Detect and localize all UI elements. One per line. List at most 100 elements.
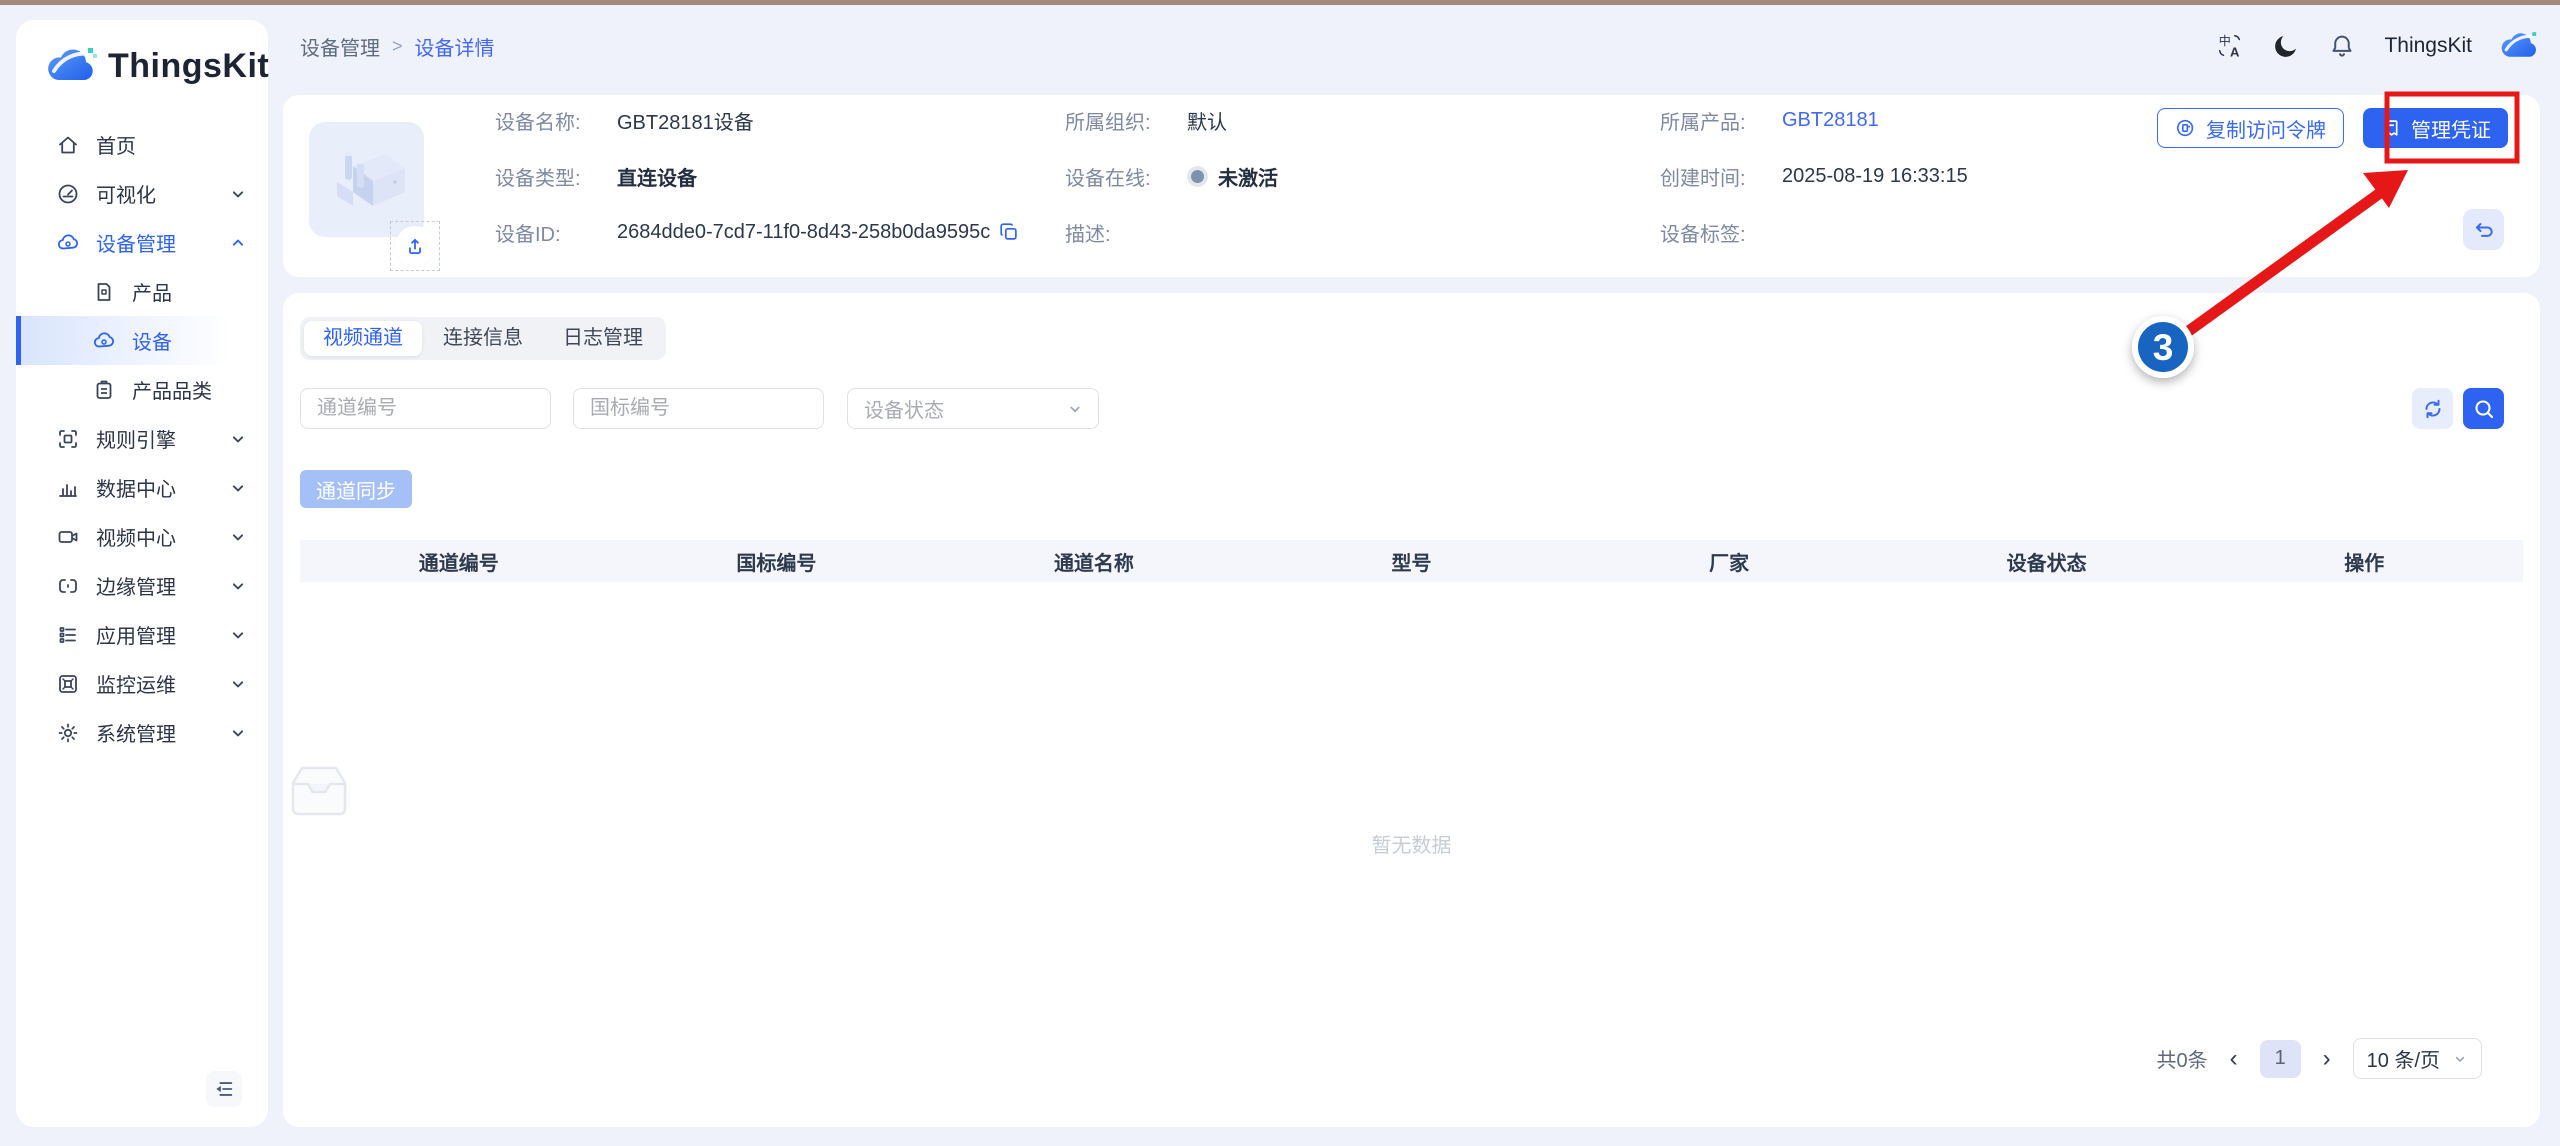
pagination: 共0条 ‹ 1 › 10 条/页	[2157, 1038, 2482, 1079]
empty-inbox-icon	[283, 761, 2540, 819]
sidebar-item-system-management[interactable]: 系统管理	[16, 708, 268, 757]
channel-no-input[interactable]	[300, 388, 551, 429]
tab-bar: 视频通道 连接信息 日志管理	[300, 317, 666, 360]
device-3d-illustration	[323, 140, 411, 220]
app-manage-icon	[56, 623, 80, 647]
column-header-channel-name[interactable]: 通道名称	[935, 547, 1253, 576]
table-header-row: 通道编号 国标编号 通道名称 型号 厂家 设备状态 操作	[300, 540, 2523, 582]
copy-device-id-icon[interactable]	[998, 221, 1020, 243]
empty-state-text: 暂无数据	[283, 829, 2540, 858]
avatar-cloud[interactable]	[2500, 26, 2540, 66]
column-header-actions[interactable]: 操作	[2205, 547, 2523, 576]
credentials-icon	[2380, 117, 2402, 139]
filter-row: 设备状态	[300, 388, 2504, 429]
sidebar-item-video-center[interactable]: 视频中心	[16, 512, 268, 561]
search-button[interactable]	[2463, 388, 2504, 429]
username[interactable]: ThingsKit	[2384, 34, 2472, 58]
column-header-device-status[interactable]: 设备状态	[1888, 547, 2206, 576]
breadcrumb-device-detail: 设备详情	[415, 32, 495, 61]
device-detail-panel: 视频通道 连接信息 日志管理 设备状态 通道同步 通道编号 国标编号 通道名称 …	[283, 293, 2540, 1127]
sidebar-nav: 首页 可视化 设备管理 产品 设备 产品品类	[16, 120, 268, 757]
sidebar-item-rule-engine[interactable]: 规则引擎	[16, 414, 268, 463]
dashboard-icon	[56, 182, 80, 206]
notifications-bell-icon[interactable]	[2328, 32, 2356, 60]
window-top-strip	[0, 0, 2560, 5]
column-header-model[interactable]: 型号	[1253, 547, 1571, 576]
system-settings-icon	[56, 721, 80, 745]
undo-icon	[2472, 218, 2496, 242]
chevron-down-icon	[228, 625, 248, 645]
product-link[interactable]: GBT28181	[1782, 109, 1879, 132]
pagination-total: 共0条	[2157, 1044, 2208, 1073]
sidebar-item-visualization[interactable]: 可视化	[16, 169, 268, 218]
device-cloud-icon	[92, 329, 116, 353]
chevron-down-icon	[228, 478, 248, 498]
sidebar-item-monitor-ops[interactable]: 监控运维	[16, 659, 268, 708]
channel-sync-button[interactable]: 通道同步	[300, 470, 412, 508]
device-image	[309, 122, 424, 237]
pagination-prev-button[interactable]: ‹	[2228, 1047, 2240, 1071]
topbar-actions: 中 A ThingsKit	[2216, 26, 2540, 66]
chevron-down-icon	[1066, 400, 1084, 418]
home-icon	[56, 133, 80, 157]
logo-cloud-icon	[46, 44, 98, 88]
page-size-select[interactable]: 10 条/页	[2353, 1038, 2482, 1079]
device-info-column-3: 所属产品: GBT28181 创建时间: 2025-08-19 16:33:15…	[1660, 108, 1968, 276]
column-header-manufacturer[interactable]: 厂家	[1570, 547, 1888, 576]
rule-engine-icon	[56, 427, 80, 451]
product-row: 所属产品: GBT28181	[1660, 108, 1968, 132]
device-tag-row: 设备标签:	[1660, 220, 1968, 244]
tab-video-channel[interactable]: 视频通道	[304, 321, 422, 356]
chevron-down-icon	[228, 429, 248, 449]
sidebar-collapse-button[interactable]	[206, 1071, 242, 1107]
chevron-down-icon	[228, 674, 248, 694]
pagination-next-button[interactable]: ›	[2321, 1047, 2333, 1071]
sidebar-item-app-management[interactable]: 应用管理	[16, 610, 268, 659]
manage-credentials-button[interactable]: 管理凭证	[2363, 108, 2508, 148]
device-info-column-1: 设备名称: GBT28181设备 设备类型: 直连设备 设备ID: 2684dd…	[495, 108, 1020, 276]
chevron-up-icon	[228, 233, 248, 253]
chevron-down-icon	[2452, 1051, 2468, 1067]
product-file-icon	[92, 280, 116, 304]
device-id-value: 2684dde0-7cd7-11f0-8d43-258b0da9595c	[617, 221, 990, 244]
dark-mode-moon-icon[interactable]	[2272, 32, 2300, 60]
monitor-ops-icon	[56, 672, 80, 696]
breadcrumb: 设备管理 > 设备详情	[300, 32, 495, 61]
chevron-down-icon	[228, 527, 248, 547]
upload-image-dropzone[interactable]	[390, 221, 440, 271]
category-icon	[92, 378, 116, 402]
sidebar-item-data-center[interactable]: 数据中心	[16, 463, 268, 512]
chevron-down-icon	[228, 576, 248, 596]
sidebar-item-home[interactable]: 首页	[16, 120, 268, 169]
column-header-gb-no[interactable]: 国标编号	[618, 547, 936, 576]
device-card-actions: 复制访问令牌 管理凭证	[2157, 108, 2508, 148]
column-header-channel-no[interactable]: 通道编号	[300, 547, 618, 576]
sidebar-item-product-category[interactable]: 产品品类	[16, 365, 268, 414]
copy-access-token-button[interactable]: 复制访问令牌	[2157, 108, 2344, 148]
device-status-select[interactable]: 设备状态	[847, 388, 1099, 429]
pagination-page-1[interactable]: 1	[2260, 1040, 2301, 1078]
device-name-value: GBT28181设备	[617, 106, 754, 135]
sidebar-item-device[interactable]: 设备	[16, 316, 268, 365]
upload-icon	[395, 226, 435, 266]
copy-token-icon	[2175, 117, 2197, 139]
status-dot	[1191, 170, 1204, 183]
language-translate-icon[interactable]: 中 A	[2216, 32, 2244, 60]
chevron-down-icon	[228, 184, 248, 204]
empty-state: 暂无数据	[283, 761, 2540, 858]
sidebar-item-device-management[interactable]: 设备管理	[16, 218, 268, 267]
tab-connection-info[interactable]: 连接信息	[424, 321, 542, 356]
back-button[interactable]	[2463, 209, 2504, 250]
device-info-card: 设备名称: GBT28181设备 设备类型: 直连设备 设备ID: 2684dd…	[283, 95, 2540, 277]
refresh-button[interactable]	[2412, 388, 2453, 429]
gb-no-input[interactable]	[573, 388, 824, 429]
refresh-icon	[2421, 397, 2445, 421]
chevron-down-icon	[228, 723, 248, 743]
breadcrumb-device-management[interactable]: 设备管理	[300, 32, 380, 61]
sidebar-item-product[interactable]: 产品	[16, 267, 268, 316]
device-type-row: 设备类型: 直连设备	[495, 164, 1020, 188]
tab-log-management[interactable]: 日志管理	[544, 321, 662, 356]
sidebar-item-edge-management[interactable]: 边缘管理	[16, 561, 268, 610]
logo[interactable]: ThingsKit	[46, 44, 269, 88]
description-row: 描述:	[1065, 220, 1278, 244]
